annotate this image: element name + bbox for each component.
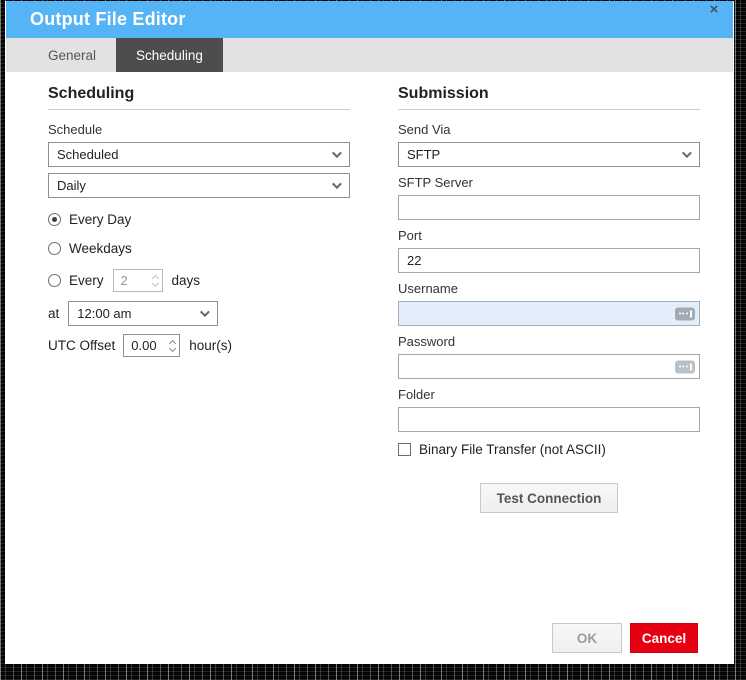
frequency-select[interactable]: Daily bbox=[48, 173, 350, 198]
schedule-select[interactable]: Scheduled bbox=[48, 142, 350, 167]
days-suffix-label: days bbox=[171, 273, 201, 288]
chevron-down-icon bbox=[681, 148, 692, 159]
dialog-titlebar: Output File Editor × bbox=[6, 1, 733, 38]
port-label: Port bbox=[398, 228, 422, 243]
tab-strip: General Scheduling bbox=[6, 38, 733, 72]
time-select-value: 12:00 am bbox=[77, 306, 132, 321]
scheduling-section: Scheduling Schedule Scheduled Daily Ever… bbox=[48, 85, 350, 365]
utc-offset-stepper[interactable]: 0.00 bbox=[123, 334, 181, 357]
utc-offset-value: 0.00 bbox=[131, 338, 157, 353]
autofill-icon[interactable] bbox=[675, 360, 695, 373]
dialog-title: Output File Editor bbox=[30, 9, 186, 29]
submission-heading: Submission bbox=[398, 85, 700, 110]
every-day-option: Every Day bbox=[48, 211, 350, 227]
ok-button[interactable]: OK bbox=[552, 623, 622, 653]
weekdays-label: Weekdays bbox=[69, 240, 132, 256]
binary-transfer-label: Binary File Transfer (not ASCII) bbox=[419, 442, 606, 457]
schedule-label: Schedule bbox=[48, 122, 103, 137]
weekdays-radio[interactable] bbox=[48, 241, 61, 255]
password-field-wrap bbox=[398, 354, 700, 379]
send-via-select[interactable]: SFTP bbox=[398, 142, 700, 167]
dimmed-background: Output File Editor × General Scheduling … bbox=[0, 0, 746, 680]
binary-transfer-checkbox[interactable] bbox=[398, 443, 411, 456]
cancel-button[interactable]: Cancel bbox=[630, 623, 698, 653]
dialog-footer: OK Cancel bbox=[552, 623, 698, 653]
sftp-server-field-wrap bbox=[398, 195, 700, 220]
weekdays-option: Weekdays bbox=[48, 240, 350, 256]
stepper-arrows-icon[interactable] bbox=[151, 274, 159, 287]
folder-input[interactable] bbox=[398, 407, 700, 432]
chevron-down-icon bbox=[200, 307, 211, 318]
scheduling-heading: Scheduling bbox=[48, 85, 350, 110]
every-label: Every bbox=[69, 273, 104, 288]
sftp-server-input[interactable] bbox=[398, 195, 700, 220]
every-day-radio[interactable] bbox=[48, 212, 61, 226]
username-label: Username bbox=[398, 281, 458, 296]
send-via-select-value: SFTP bbox=[407, 147, 441, 162]
sftp-server-label: SFTP Server bbox=[398, 175, 473, 190]
username-input[interactable] bbox=[398, 301, 700, 326]
every-n-days-radio[interactable] bbox=[48, 274, 61, 287]
frequency-select-value: Daily bbox=[57, 178, 86, 193]
password-label: Password bbox=[398, 334, 456, 349]
schedule-select-value: Scheduled bbox=[57, 147, 119, 162]
every-days-stepper[interactable]: 2 bbox=[112, 269, 163, 292]
time-row: at 12:00 am bbox=[48, 301, 350, 326]
hours-suffix-label: hour(s) bbox=[189, 338, 233, 353]
utc-offset-label: UTC Offset bbox=[48, 338, 116, 353]
every-n-days-option: Every 2 days bbox=[48, 269, 350, 292]
test-connection-button[interactable]: Test Connection bbox=[479, 483, 619, 513]
close-icon[interactable]: × bbox=[705, 1, 723, 19]
port-field-wrap bbox=[398, 248, 700, 273]
tab-scheduling[interactable]: Scheduling bbox=[116, 38, 223, 72]
chevron-down-icon bbox=[331, 148, 342, 159]
utc-offset-row: UTC Offset 0.00 hour(s) bbox=[48, 334, 350, 357]
stepper-arrows-icon[interactable] bbox=[169, 339, 177, 352]
password-input[interactable] bbox=[398, 354, 700, 379]
at-label: at bbox=[48, 306, 60, 321]
test-connection-wrap: Test Connection bbox=[398, 483, 700, 513]
tab-general[interactable]: General bbox=[28, 38, 116, 72]
submission-section: Submission Send Via SFTP SFTP Server Por… bbox=[398, 85, 700, 513]
output-file-editor-dialog: Output File Editor × General Scheduling … bbox=[5, 1, 734, 664]
time-select[interactable]: 12:00 am bbox=[68, 301, 219, 326]
every-days-value: 2 bbox=[120, 273, 128, 288]
autofill-icon[interactable] bbox=[675, 307, 695, 320]
every-day-label: Every Day bbox=[69, 211, 132, 227]
chevron-down-icon bbox=[331, 179, 342, 190]
send-via-label: Send Via bbox=[398, 122, 451, 137]
folder-label: Folder bbox=[398, 387, 435, 402]
port-input[interactable] bbox=[398, 248, 700, 273]
username-field-wrap bbox=[398, 301, 700, 326]
binary-transfer-option: Binary File Transfer (not ASCII) bbox=[398, 442, 700, 457]
folder-field-wrap bbox=[398, 407, 700, 432]
